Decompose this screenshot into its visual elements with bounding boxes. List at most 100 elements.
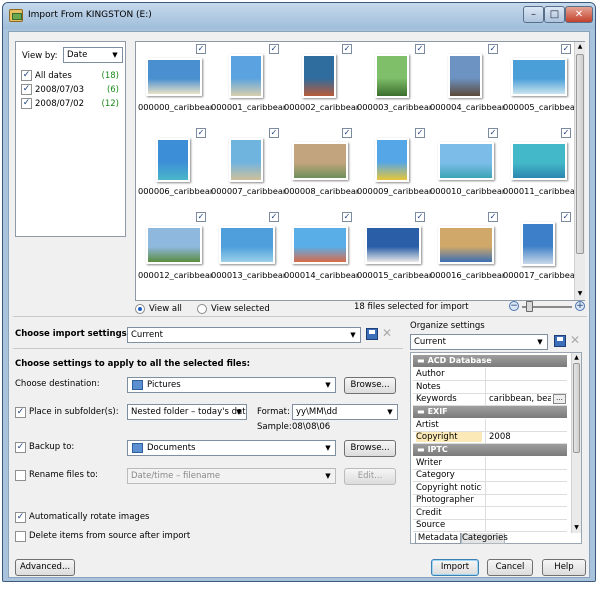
thumbnail-image[interactable] <box>156 138 190 182</box>
scrollbar-thumb[interactable] <box>576 54 584 254</box>
thumbnail-image[interactable] <box>365 226 421 264</box>
metadata-row[interactable]: Copyright notice <box>413 481 567 495</box>
advanced-button[interactable]: Advanced... <box>15 559 75 576</box>
thumbnail-image[interactable] <box>448 54 482 98</box>
date-checkbox[interactable]: ✓ <box>21 84 32 95</box>
thumbnail-image[interactable] <box>292 226 348 264</box>
thumbnail-checkbox[interactable]: ✓ <box>342 44 352 54</box>
metadata-field-value[interactable] <box>485 418 567 431</box>
thumbnail-image[interactable] <box>146 226 202 264</box>
scroll-down-icon[interactable]: ▼ <box>575 289 585 299</box>
scroll-down-icon[interactable]: ▼ <box>572 523 581 532</box>
scroll-up-icon[interactable]: ▲ <box>572 353 581 362</box>
thumbnail-image[interactable] <box>375 138 409 182</box>
thumbnail-tile[interactable]: ✓ 000016_caribbean <box>430 212 504 296</box>
delete-settings-icon[interactable]: ✕ <box>382 326 392 340</box>
metadata-field-value[interactable] <box>485 481 567 494</box>
save-settings-icon[interactable] <box>366 328 378 340</box>
metadata-field-value[interactable] <box>485 519 567 531</box>
metadata-row[interactable]: Author <box>413 368 567 381</box>
thumbnail-tile[interactable]: ✓ 000001_caribbean <box>211 44 285 128</box>
thumbnail-checkbox[interactable]: ✓ <box>196 44 206 54</box>
thumbnail-checkbox[interactable]: ✓ <box>342 128 352 138</box>
date-checkbox[interactable]: ✓ <box>21 98 32 109</box>
delete-source-checkbox[interactable] <box>15 531 26 542</box>
destination-select[interactable]: Pictures ▼ <box>127 377 336 393</box>
thumbnail-checkbox[interactable]: ✓ <box>415 44 425 54</box>
rename-checkbox[interactable] <box>15 470 26 481</box>
collapse-icon[interactable]: ▬ <box>417 445 425 454</box>
metadata-row[interactable]: Writer <box>413 456 567 470</box>
rename-edit-button[interactable]: Edit... <box>344 468 396 485</box>
thumbnail-checkbox[interactable]: ✓ <box>561 44 571 54</box>
metadata-field-value[interactable] <box>485 494 567 506</box>
subfolder-checkbox[interactable]: ✓ <box>15 407 26 418</box>
thumbnail-image[interactable] <box>511 58 567 96</box>
rename-select[interactable]: Date/time – filename ▼ <box>127 468 336 484</box>
cancel-button[interactable]: Cancel <box>487 559 533 576</box>
metadata-row[interactable]: Source <box>413 519 567 532</box>
thumbnail-image[interactable] <box>438 142 494 180</box>
tab-metadata[interactable]: Metadata <box>415 533 461 544</box>
import-settings-select[interactable]: Current ▼ <box>127 327 361 343</box>
metadata-field-value[interactable] <box>485 506 567 519</box>
metadata-row[interactable]: Credit <box>413 506 567 520</box>
thumbnail-checkbox[interactable]: ✓ <box>196 128 206 138</box>
thumbnail-tile[interactable]: ✓ 000003_caribbean <box>357 44 431 128</box>
maximize-button[interactable]: □ <box>544 6 565 23</box>
keywords-edit-button[interactable]: ... <box>553 394 566 404</box>
metadata-scrollbar[interactable]: ▲ ▼ <box>571 353 581 533</box>
metadata-field-value[interactable]: 2008 <box>485 431 567 443</box>
metadata-row[interactable]: Notes <box>413 380 567 394</box>
metadata-field-value[interactable]: caribbean, beac... <box>485 393 551 405</box>
thumbnail-tile[interactable]: ✓ 000004_caribbean <box>430 44 504 128</box>
thumbnail-tile[interactable]: ✓ 000007_caribbean <box>211 128 285 212</box>
minimize-button[interactable]: – <box>523 6 544 23</box>
thumbnail-image[interactable] <box>521 222 555 266</box>
view-all-radio[interactable] <box>135 304 145 314</box>
destination-browse-button[interactable]: Browse... <box>344 377 396 394</box>
thumbnail-image[interactable] <box>219 226 275 264</box>
scrollbar-thumb[interactable] <box>573 363 580 453</box>
thumbnail-tile[interactable]: ✓ 000015_caribbean <box>357 212 431 296</box>
organize-settings-select[interactable]: Current ▼ <box>410 334 548 350</box>
title-bar[interactable]: Import From KINGSTON (E:) – □ ✕ <box>3 3 595 29</box>
thumbnail-checkbox[interactable]: ✓ <box>415 128 425 138</box>
thumbnail-checkbox[interactable]: ✓ <box>561 212 571 222</box>
view-selected-radio[interactable] <box>197 304 207 314</box>
delete-organize-icon[interactable]: ✕ <box>570 333 580 347</box>
metadata-category[interactable]: ▬ EXIF <box>413 405 567 418</box>
thumbnail-checkbox[interactable]: ✓ <box>561 128 571 138</box>
view-by-select[interactable]: Date ▼ <box>63 47 123 63</box>
auto-rotate-checkbox[interactable]: ✓ <box>15 512 26 523</box>
thumbnail-image[interactable] <box>292 142 348 180</box>
thumbnail-tile[interactable]: ✓ 000002_caribbean <box>284 44 358 128</box>
save-organize-icon[interactable] <box>554 335 566 347</box>
zoom-in-icon[interactable]: + <box>575 301 585 311</box>
thumbnail-checkbox[interactable]: ✓ <box>415 212 425 222</box>
thumbnail-checkbox[interactable]: ✓ <box>269 44 279 54</box>
thumbnail-tile[interactable]: ✓ 000014_caribbean <box>284 212 358 296</box>
thumbnail-image[interactable] <box>146 58 202 96</box>
tab-categories[interactable]: Categories <box>461 533 508 544</box>
thumbnail-tile[interactable]: ✓ 000011_caribbean <box>503 128 577 212</box>
thumbnail-checkbox[interactable]: ✓ <box>488 212 498 222</box>
zoom-out-icon[interactable]: − <box>509 301 519 311</box>
backup-select[interactable]: Documents ▼ <box>127 440 336 456</box>
thumbnail-tile[interactable]: ✓ 000005_caribbean <box>503 44 577 128</box>
thumbnail-image[interactable] <box>302 54 336 98</box>
thumbnail-tile[interactable]: ✓ 000006_caribbean <box>138 128 212 212</box>
collapse-icon[interactable]: ▬ <box>417 356 425 365</box>
metadata-row[interactable]: Category <box>413 469 567 482</box>
thumbnail-scrollbar[interactable]: ▲ ▼ <box>574 42 585 300</box>
subfolder-select[interactable]: Nested folder – today's date ▼ <box>127 404 247 420</box>
metadata-row[interactable]: Photographer <box>413 494 567 507</box>
thumbnail-tile[interactable]: ✓ 000017_caribbean <box>503 212 577 296</box>
thumbnail-image[interactable] <box>375 54 409 98</box>
format-select[interactable]: yy\MM\dd ▼ <box>292 404 398 420</box>
scroll-up-icon[interactable]: ▲ <box>575 42 585 52</box>
close-button[interactable]: ✕ <box>565 6 593 23</box>
metadata-field-value[interactable] <box>485 456 567 469</box>
metadata-field-value[interactable] <box>485 469 567 481</box>
thumbnail-checkbox[interactable]: ✓ <box>342 212 352 222</box>
